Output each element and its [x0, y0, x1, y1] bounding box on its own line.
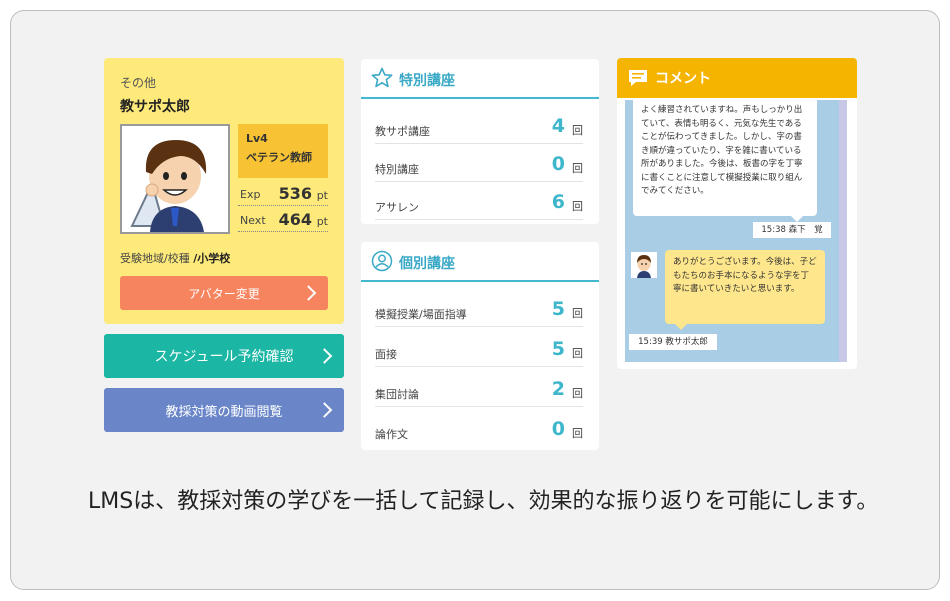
teacher-message: よく練習されていますね。声もしっかり出ていて、表情も明るく、元気な先生であること… — [633, 100, 817, 222]
exp-label: Exp — [240, 188, 261, 201]
star-icon — [371, 67, 393, 88]
chevron-right-icon — [316, 348, 333, 364]
video-button[interactable]: 教採対策の動画閲覧 — [104, 388, 344, 432]
course-unit: 回 — [572, 387, 583, 400]
list-item[interactable]: 集団討論 2 回 — [375, 368, 583, 407]
course-count: 5 — [551, 338, 565, 360]
course-name: アサレン — [375, 201, 419, 214]
profile-category: その他 — [120, 76, 157, 90]
avatar-illustration — [631, 252, 657, 278]
individual-course-header: 個別講座 — [361, 242, 599, 282]
comment-panel: コメント よく練習されていますね。声もしっかり出ていて、表情も明るく、元気な先生… — [617, 58, 857, 369]
avatar — [120, 124, 230, 234]
avatar-illustration — [122, 126, 228, 232]
chat-area[interactable]: よく練習されていますね。声もしっかり出ていて、表情も明るく、元気な先生であること… — [625, 100, 847, 362]
speech-bubble-icon — [629, 70, 647, 86]
exam-area-label: 受験地域/校種 — [120, 252, 190, 265]
change-avatar-button[interactable]: アバター変更 — [120, 276, 328, 310]
schedule-button[interactable]: スケジュール予約確認 — [104, 334, 344, 378]
chat-scrollbar[interactable] — [839, 100, 847, 362]
level-box: Lv4 ベテラン教師 — [238, 124, 328, 178]
video-button-label: 教採対策の動画閲覧 — [165, 404, 283, 420]
special-course-title: 特別講座 — [399, 73, 455, 89]
profile-name: 教サポ太郎 — [120, 99, 190, 115]
next-label: Next — [240, 214, 266, 227]
profile-card: その他 教サポ太郎 Lv4 ベテラン教師 Exp 536 pt Next 464… — [104, 58, 344, 324]
individual-course-panel: 個別講座 模擬授業/場面指導 5 回 面接 5 回 集団討論 2 回 論作文 0… — [361, 242, 599, 450]
course-name: 面接 — [375, 348, 397, 361]
exam-area: 受験地域/校種 /小学校 — [120, 250, 230, 266]
course-name: 模擬授業/場面指導 — [375, 308, 467, 321]
list-item[interactable]: 模擬授業/場面指導 5 回 — [375, 288, 583, 327]
course-count: 4 — [551, 115, 565, 137]
list-item[interactable]: 教サポ講座 4 回 — [375, 105, 583, 144]
person-icon — [371, 250, 393, 272]
course-count: 2 — [551, 378, 565, 400]
level-label: Lv4 — [246, 132, 268, 145]
schedule-button-label: スケジュール予約確認 — [154, 349, 294, 365]
course-unit: 回 — [572, 307, 583, 320]
course-name: 集団討論 — [375, 388, 419, 401]
special-course-panel: 特別講座 教サポ講座 4 回 特別講座 0 回 アサレン 6 回 — [361, 59, 599, 224]
course-count: 0 — [551, 153, 565, 175]
course-unit: 回 — [572, 124, 583, 137]
course-name: 特別講座 — [375, 163, 419, 176]
exp-value: 536 — [278, 184, 312, 203]
course-count: 0 — [551, 418, 565, 440]
individual-course-title: 個別講座 — [399, 256, 455, 272]
user-avatar — [631, 252, 657, 278]
next-value: 464 — [278, 210, 312, 229]
special-course-header: 特別講座 — [361, 59, 599, 99]
next-row: Next 464 pt — [238, 208, 328, 232]
exp-unit: pt — [316, 189, 328, 202]
teacher-message-time: 15:38 森下 覚 — [753, 222, 831, 238]
course-unit: 回 — [572, 427, 583, 440]
course-unit: 回 — [572, 200, 583, 213]
rank-label: ベテラン教師 — [246, 151, 312, 164]
exp-row: Exp 536 pt — [238, 182, 328, 206]
course-unit: 回 — [572, 347, 583, 360]
next-unit: pt — [316, 215, 328, 228]
user-message: ありがとうございます。今後は、子どもたちのお手本になるような字を丁寧に書いていき… — [665, 250, 825, 330]
list-item[interactable]: 特別講座 0 回 — [375, 143, 583, 182]
comment-title: コメント — [655, 71, 711, 87]
comment-header: コメント — [617, 58, 857, 98]
caption-text: LMSは、教採対策の学びを一括して記録し、効果的な振り返りを可能にします。 — [88, 489, 879, 514]
exam-area-value: /小学校 — [193, 252, 231, 265]
course-name: 教サポ講座 — [375, 125, 430, 138]
user-message-time: 15:39 教サポ太郎 — [629, 334, 717, 350]
chevron-right-icon — [316, 402, 333, 418]
chevron-right-icon — [300, 285, 317, 301]
course-name: 論作文 — [375, 428, 408, 441]
list-item[interactable]: アサレン 6 回 — [375, 181, 583, 220]
change-avatar-label: アバター変更 — [188, 286, 260, 301]
course-unit: 回 — [572, 162, 583, 175]
list-item[interactable]: 面接 5 回 — [375, 328, 583, 367]
list-item[interactable]: 論作文 0 回 — [375, 408, 583, 446]
course-count: 5 — [551, 298, 565, 320]
course-count: 6 — [551, 191, 565, 213]
